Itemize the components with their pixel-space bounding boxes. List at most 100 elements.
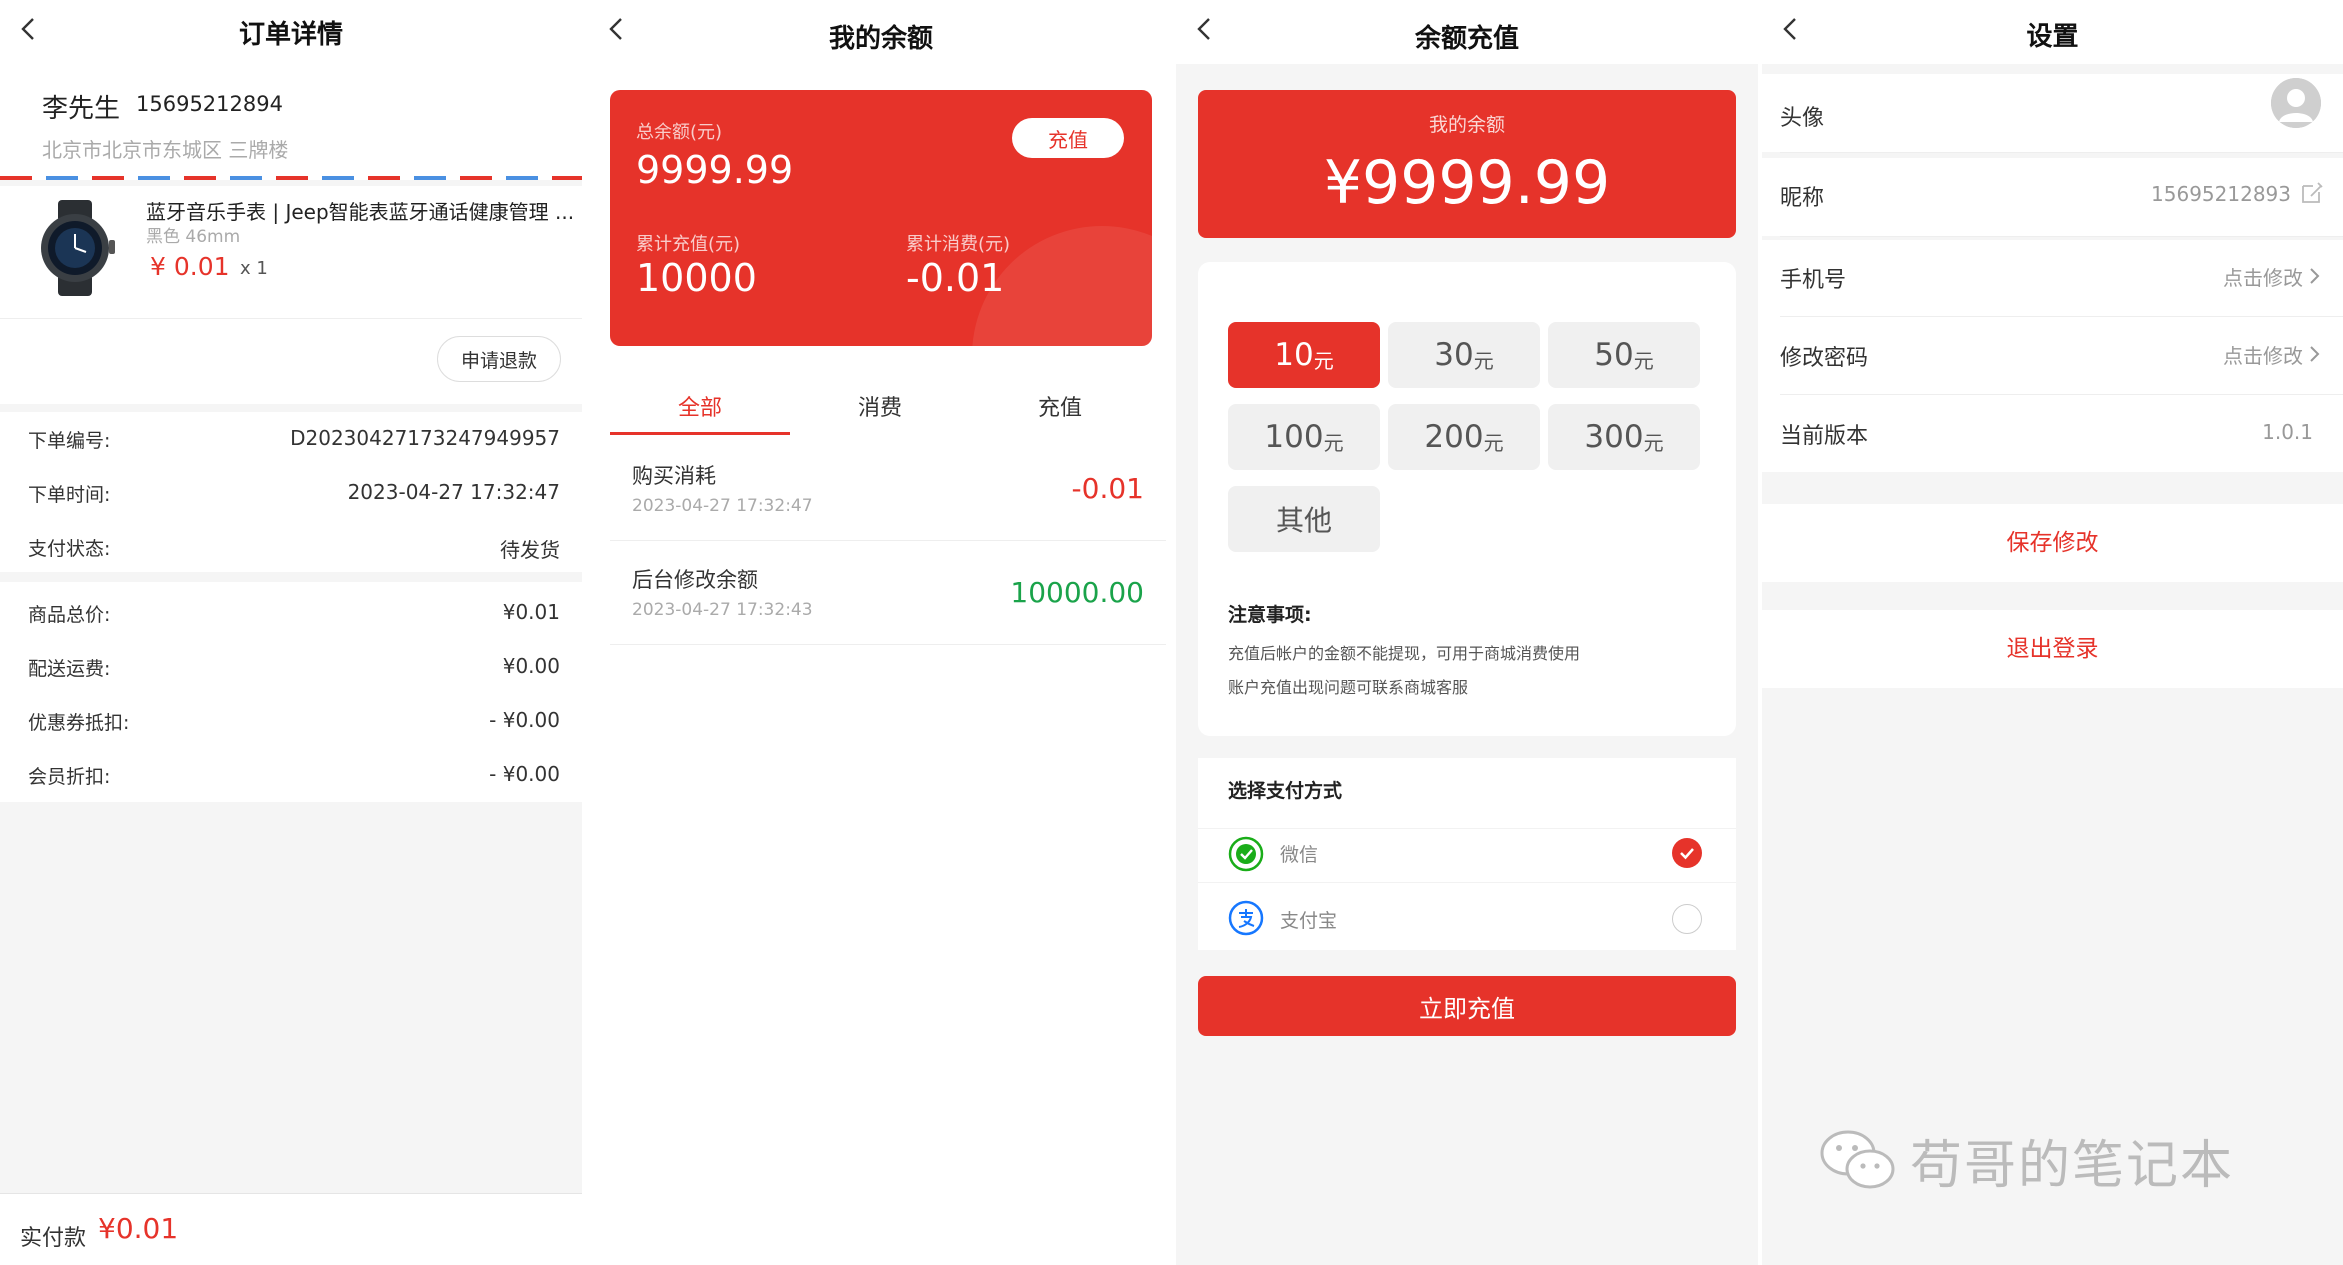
settings-row-password[interactable]: 修改密码 点击修改 (1762, 318, 2343, 396)
shipping-fee: ¥0.00 (502, 654, 560, 678)
order-header: 订单详情 (0, 0, 582, 64)
goods-total: ¥0.01 (502, 600, 560, 624)
pay-method-label[interactable]: 微信 (1280, 840, 1318, 867)
tab-consume[interactable]: 消费 (790, 390, 970, 422)
amount-option-300[interactable]: 300 元 (1548, 404, 1700, 470)
tab-all[interactable]: 全部 (610, 390, 790, 422)
cost-label: 优惠券抵扣: (28, 712, 130, 734)
amount-option-other[interactable]: 其他 (1228, 486, 1380, 552)
avatar[interactable] (2271, 78, 2321, 128)
recharged-label: 累计充值(元) (636, 234, 741, 255)
recharge-now-button[interactable]: 立即充值 (1198, 976, 1736, 1036)
record-time: 2023-04-27 17:32:47 (632, 496, 813, 516)
recipient-phone: 15695212894 (136, 92, 283, 116)
consumed-total: -0.01 (906, 256, 1005, 300)
payment-status: 待发货 (500, 538, 560, 562)
paid-amount: ¥0.01 (98, 1212, 179, 1245)
record-time: 2023-04-27 17:32:43 (632, 600, 813, 620)
pay-title: 选择支付方式 (1228, 780, 1343, 802)
settings-row-version: 当前版本 1.0.1 (1762, 396, 2343, 472)
balance-banner: 我的余额 ¥9999.99 (1198, 90, 1736, 238)
watermark: 苟哥的笔记本 (1818, 1120, 2234, 1200)
divider (1780, 394, 2343, 395)
divider (610, 644, 1166, 645)
cost-label: 会员折扣: (28, 766, 111, 788)
refund-button[interactable]: 申请退款 (437, 336, 561, 382)
notes-title: 注意事项: (1228, 604, 1312, 626)
divider (610, 540, 1166, 541)
save-changes-button[interactable]: 保存修改 (1762, 504, 2343, 582)
wechat-logo-icon (1820, 1130, 1895, 1189)
tab-indicator (610, 432, 790, 435)
recipient-address: 北京市北京市东城区 三牌楼 (42, 138, 289, 162)
product-spec: 黑色 46mm (146, 227, 241, 247)
address-border (0, 176, 582, 180)
info-label: 支付状态: (28, 538, 111, 560)
balance-header: 我的余额 (588, 0, 1174, 64)
page-title: 订单详情 (238, 20, 343, 50)
edit-icon[interactable] (2299, 180, 2325, 206)
note-line: 账户充值出现问题可联系商城客服 (1228, 678, 1469, 697)
row-label: 手机号 (1780, 268, 1847, 293)
radio-alipay[interactable] (1672, 904, 1702, 934)
settings-row-avatar[interactable]: 头像 (1762, 74, 2343, 152)
order-time: 2023-04-27 17:32:47 (347, 480, 560, 504)
total-label: 总余额(元) (636, 122, 723, 143)
amount-option-100[interactable]: 100 元 (1228, 404, 1380, 470)
row-label: 头像 (1780, 106, 1825, 131)
recharge-button[interactable]: 充值 (1012, 118, 1124, 158)
amount-option-30[interactable]: 30 元 (1388, 322, 1540, 388)
settings-panel: 设置 头像 昵称 15695212893 手机号 点击修改 修改密码 点击修改 … (1762, 0, 2343, 1265)
product-name[interactable]: 蓝牙音乐手表 | Jeep智能表蓝牙通话健康管理 ... (146, 196, 574, 225)
consumed-label: 累计消费(元) (906, 234, 1011, 255)
settings-row-phone[interactable]: 手机号 点击修改 (1762, 240, 2343, 318)
product-image[interactable] (30, 200, 120, 296)
tab-recharge[interactable]: 充值 (970, 390, 1150, 422)
settings-row-nickname[interactable]: 昵称 15695212893 (1762, 158, 2343, 236)
coupon-discount: - ¥0.00 (489, 708, 560, 732)
logout-button[interactable]: 退出登录 (1762, 610, 2343, 688)
paid-label: 实付款 (20, 1226, 87, 1251)
password-action: 点击修改 (2223, 344, 2303, 368)
amount-option-10[interactable]: 10 元 (1228, 322, 1380, 388)
info-label: 下单编号: (28, 430, 111, 452)
amount-option-200[interactable]: 200 元 (1388, 404, 1540, 470)
product-price: ¥ 0.01 (150, 252, 230, 281)
order-detail-panel: 订单详情 李先生 15695212894 北京市北京市东城区 三牌楼 蓝牙音乐手… (0, 0, 582, 1265)
radio-wechat[interactable] (1672, 838, 1702, 868)
recharge-panel: 余额充值 我的余额 ¥9999.99 10 元 30 元 50 元 100 元 200 元… (1176, 0, 1758, 1265)
divider (0, 318, 582, 319)
settings-header: 设置 (1762, 0, 2343, 64)
amount-option-50[interactable]: 50 元 (1548, 322, 1700, 388)
recharge-header: 余额充值 (1176, 0, 1758, 64)
record-title: 购买消耗 (632, 464, 716, 488)
total-balance: 9999.99 (636, 148, 794, 192)
divider (1198, 828, 1736, 829)
recipient-name: 李先生 (42, 94, 121, 124)
wechat-pay-icon (1228, 836, 1264, 872)
pay-method-label[interactable]: 支付宝 (1280, 906, 1337, 933)
record-title: 后台修改余额 (632, 568, 758, 592)
product-qty: x 1 (240, 258, 268, 279)
page-title: 设置 (2026, 22, 2079, 52)
balance-panel: 我的余额 总余额(元) 9999.99 充值 累计充值(元) 10000 累计消… (588, 0, 1174, 1265)
divider (1780, 152, 2343, 153)
divider (1780, 316, 2343, 317)
chevron-right-icon (2307, 344, 2321, 364)
nickname-value: 15695212893 (2151, 182, 2291, 206)
info-label: 下单时间: (28, 484, 111, 506)
cost-label: 配送运费: (28, 658, 111, 680)
bottom-bar (0, 1193, 582, 1265)
page-title: 我的余额 (828, 24, 933, 54)
member-discount: - ¥0.00 (489, 762, 560, 786)
balance-card: 总余额(元) 9999.99 充值 累计充值(元) 10000 累计消费(元) … (610, 90, 1152, 346)
recharged-total: 10000 (636, 256, 757, 300)
alipay-icon (1228, 900, 1264, 936)
balance-amount: ¥9999.99 (1323, 148, 1611, 218)
row-label: 修改密码 (1780, 346, 1869, 371)
row-label: 昵称 (1780, 186, 1825, 211)
note-line: 充值后帐户的金额不能提现，可用于商城消费使用 (1228, 644, 1581, 663)
divider (1198, 882, 1736, 883)
divider (1780, 236, 2343, 237)
row-label: 当前版本 (1780, 424, 1869, 449)
